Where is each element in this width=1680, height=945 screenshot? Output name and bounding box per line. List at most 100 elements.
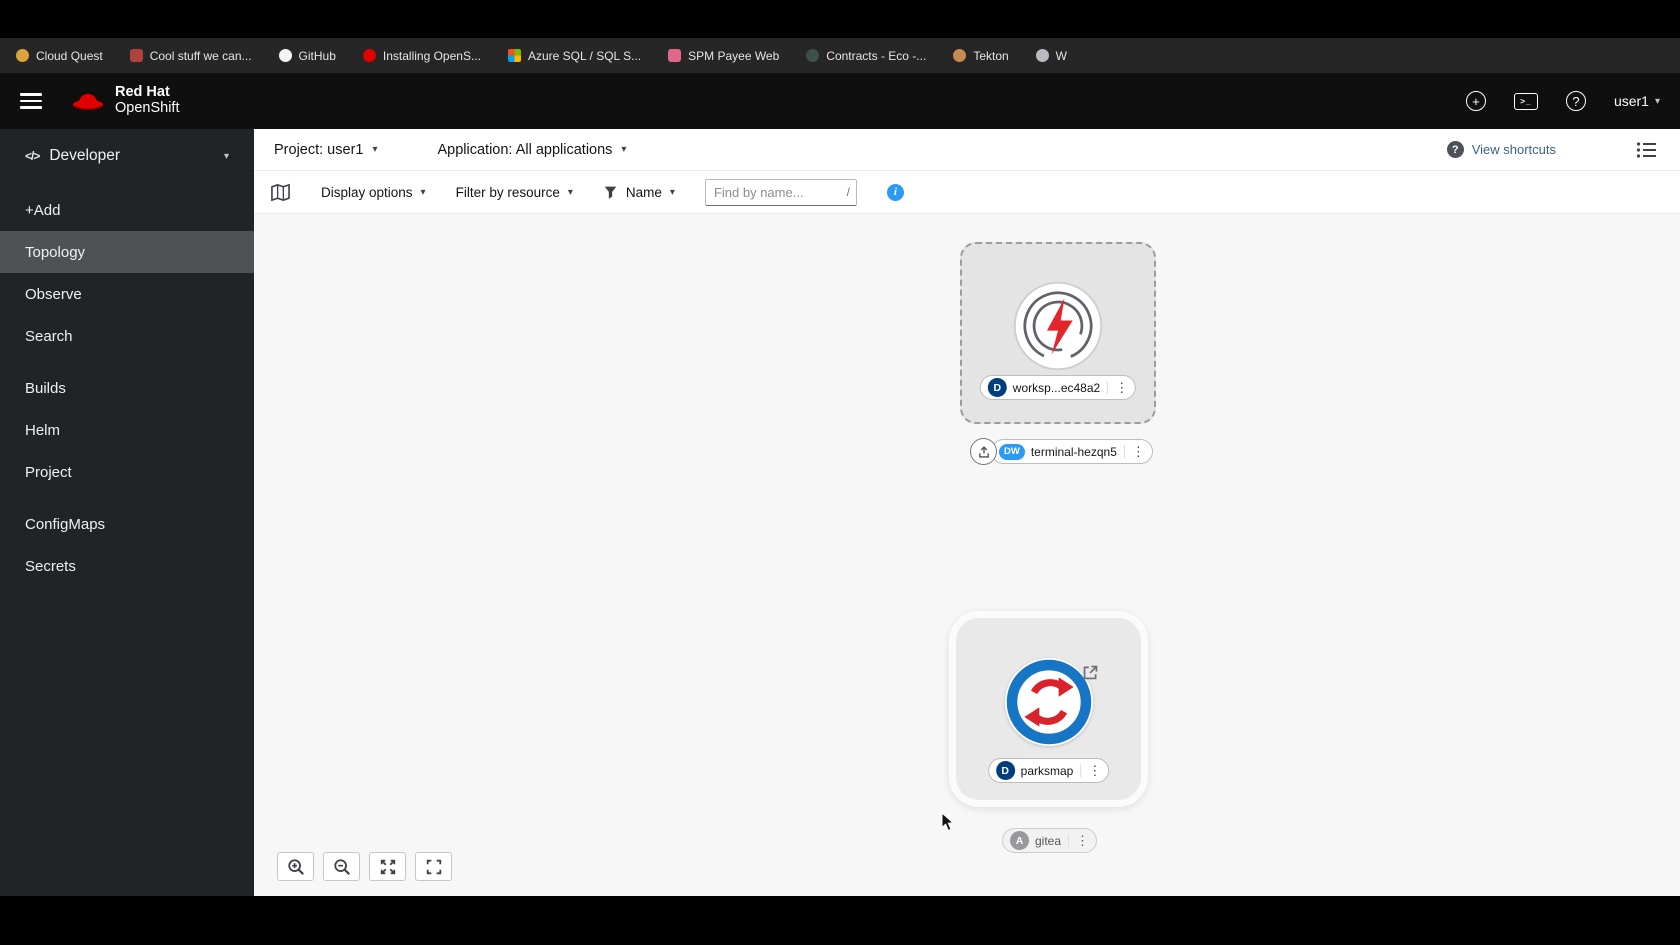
parksmap-app-icon[interactable] (1004, 658, 1093, 746)
sidebar-item-builds[interactable]: Builds (0, 367, 254, 409)
github-favicon (278, 49, 292, 62)
kebab-menu-icon[interactable]: ⋮ (1068, 834, 1089, 847)
brand-line1: Red Hat (115, 84, 170, 101)
bookmark-label: SPM Payee Web (688, 48, 780, 63)
terminal-node-name: terminal-hezqn5 (1030, 444, 1117, 459)
parksmap-node-label[interactable]: D parksmap ⋮ (987, 758, 1110, 783)
chevron-down-icon: ▾ (567, 186, 573, 198)
bookmark-label: Azure SQL / SQL S... (527, 48, 642, 63)
export-application-icon[interactable] (270, 183, 291, 202)
tekton-favicon (953, 49, 967, 62)
web-terminal-icon[interactable]: >_ (1513, 92, 1538, 110)
bookmark-spm-payee[interactable]: SPM Payee Web (668, 49, 779, 63)
bookmark-label: W (1055, 48, 1067, 63)
filter-funnel-icon (604, 186, 617, 199)
masthead: Red Hat OpenShift + >_ ? user1 ▾ (0, 73, 1680, 129)
sidebar-item-project[interactable]: Project (0, 451, 254, 493)
bookmark-cloud-quest[interactable]: Cloud Quest (16, 49, 103, 63)
sidebar-item-observe[interactable]: Observe (0, 273, 254, 315)
bookmark-label: Cloud Quest (36, 48, 103, 63)
sidebar-item-topology[interactable]: Topology (0, 231, 254, 273)
brand-line2: OpenShift (115, 100, 180, 116)
project-switcher[interactable]: Project: user1 ▾ (274, 142, 378, 158)
terminal-node-label[interactable]: DW terminal-hezqn5 ⋮ (991, 439, 1153, 464)
globe-favicon (1035, 49, 1049, 62)
openshift-brand[interactable]: Red Hat OpenShift (70, 85, 180, 116)
filter-by-resource-dropdown[interactable]: Filter by resource ▾ (456, 185, 573, 200)
list-view-icon[interactable] (1636, 141, 1656, 159)
workspace-node-label[interactable]: D worksp...ec48a2 ⋮ (979, 375, 1137, 400)
external-link-icon[interactable] (1082, 664, 1099, 686)
name-filter-dropdown[interactable]: Name ▾ (603, 185, 675, 200)
find-by-name-field: / (704, 178, 857, 206)
terminal-node[interactable]: DW terminal-hezqn5 ⋮ (970, 438, 1153, 465)
display-options-label: Display options (321, 184, 413, 200)
context-bar: Project: user1 ▾ Application: All applic… (254, 129, 1680, 171)
bookmark-installing-openshift[interactable]: Installing OpenS... (362, 48, 481, 63)
topology-canvas[interactable]: D worksp...ec48a2 ⋮ DW terminal-hezqn5 ⋮… (254, 214, 1680, 896)
bookmark-label: Installing OpenS... (382, 48, 481, 63)
sidebar: </> Developer ▾ +Add Topology Observe Se… (0, 129, 254, 896)
keyboard-shortcut-hint: / (846, 185, 850, 199)
bookmark-label: GitHub (298, 48, 336, 63)
sidebar-item-search[interactable]: Search (0, 315, 254, 357)
chevron-down-icon: ▾ (621, 144, 627, 155)
bookmark-contracts[interactable]: Contracts - Eco -... (806, 49, 926, 63)
gitea-node-name: gitea (1035, 833, 1062, 848)
filter-by-resource-label: Filter by resource (455, 184, 560, 200)
sidebar-item-secrets[interactable]: Secrets (0, 545, 254, 587)
chevron-down-icon: ▾ (669, 186, 675, 198)
mouse-cursor (941, 811, 955, 837)
view-shortcuts-label: View shortcuts (1471, 142, 1556, 157)
view-shortcuts-button[interactable]: ? View shortcuts (1446, 141, 1556, 158)
sidebar-item-configmaps[interactable]: ConfigMaps (0, 503, 254, 545)
bookmark-azure-sql[interactable]: Azure SQL / SQL S... (507, 48, 642, 63)
screen: Cloud Quest Cool stuff we can... GitHub … (0, 0, 1680, 945)
bookmark-label: Contracts - Eco -... (826, 48, 927, 63)
perspective-switcher[interactable]: </> Developer ▾ (0, 129, 254, 183)
bookmark-label: Cool stuff we can... (149, 48, 252, 63)
workspace-node[interactable]: D worksp...ec48a2 ⋮ (960, 242, 1156, 424)
bookmark-favicon (668, 49, 682, 62)
browser-bookmarks-bar: Cloud Quest Cool stuff we can... GitHub … (0, 38, 1680, 73)
help-icon[interactable]: ? (1565, 91, 1586, 111)
kebab-menu-icon[interactable]: ⋮ (1123, 445, 1145, 458)
fullscreen-button[interactable] (415, 852, 452, 881)
redhat-favicon (362, 49, 376, 62)
cloud-quest-favicon (16, 49, 29, 62)
sidebar-item-helm[interactable]: Helm (0, 409, 254, 451)
zoom-out-button[interactable] (323, 852, 360, 881)
bookmark-w[interactable]: W (1035, 48, 1067, 63)
kebab-menu-icon[interactable]: ⋮ (1080, 764, 1101, 777)
zoom-in-button[interactable] (277, 852, 314, 881)
topology-toolbar: Display options ▾ Filter by resource ▾ N… (254, 171, 1680, 214)
kebab-menu-icon[interactable]: ⋮ (1107, 381, 1128, 394)
deployment-badge: D (987, 378, 1007, 397)
parksmap-node-name: parksmap (1020, 763, 1074, 778)
gitea-node-label[interactable]: A gitea ⋮ (1002, 828, 1098, 853)
main-content: Project: user1 ▾ Application: All applic… (254, 129, 1680, 896)
gitea-node[interactable]: A gitea ⋮ (1002, 828, 1098, 853)
info-icon[interactable]: i (886, 183, 904, 201)
user-menu[interactable]: user1 ▾ (1614, 93, 1660, 109)
terminal-decorator-icon[interactable] (970, 438, 997, 465)
redhat-logo-icon (72, 94, 104, 110)
bookmark-cool-stuff[interactable]: Cool stuff we can... (129, 48, 252, 63)
find-by-name-input[interactable] (704, 178, 857, 206)
devworkspace-icon[interactable] (1012, 280, 1104, 372)
bookmark-github[interactable]: GitHub (278, 48, 336, 63)
developer-perspective-icon: </> (25, 149, 40, 163)
question-circle-icon: ? (1446, 141, 1464, 158)
fit-to-screen-button[interactable] (369, 852, 406, 881)
add-circle-icon[interactable]: + (1465, 91, 1486, 111)
canvas-controls (277, 852, 452, 881)
application-switcher[interactable]: Application: All applications ▾ (438, 142, 627, 158)
hamburger-menu-icon[interactable] (20, 93, 42, 109)
parksmap-node[interactable]: D parksmap ⋮ (949, 611, 1148, 807)
bookmark-tekton[interactable]: Tekton (953, 48, 1009, 63)
sidebar-item-add[interactable]: +Add (0, 189, 254, 231)
bookmark-label: Tekton (973, 48, 1009, 63)
display-options-dropdown[interactable]: Display options ▾ (321, 185, 426, 200)
name-filter-label: Name (625, 184, 662, 200)
chevron-down-icon: ▾ (1654, 95, 1660, 107)
